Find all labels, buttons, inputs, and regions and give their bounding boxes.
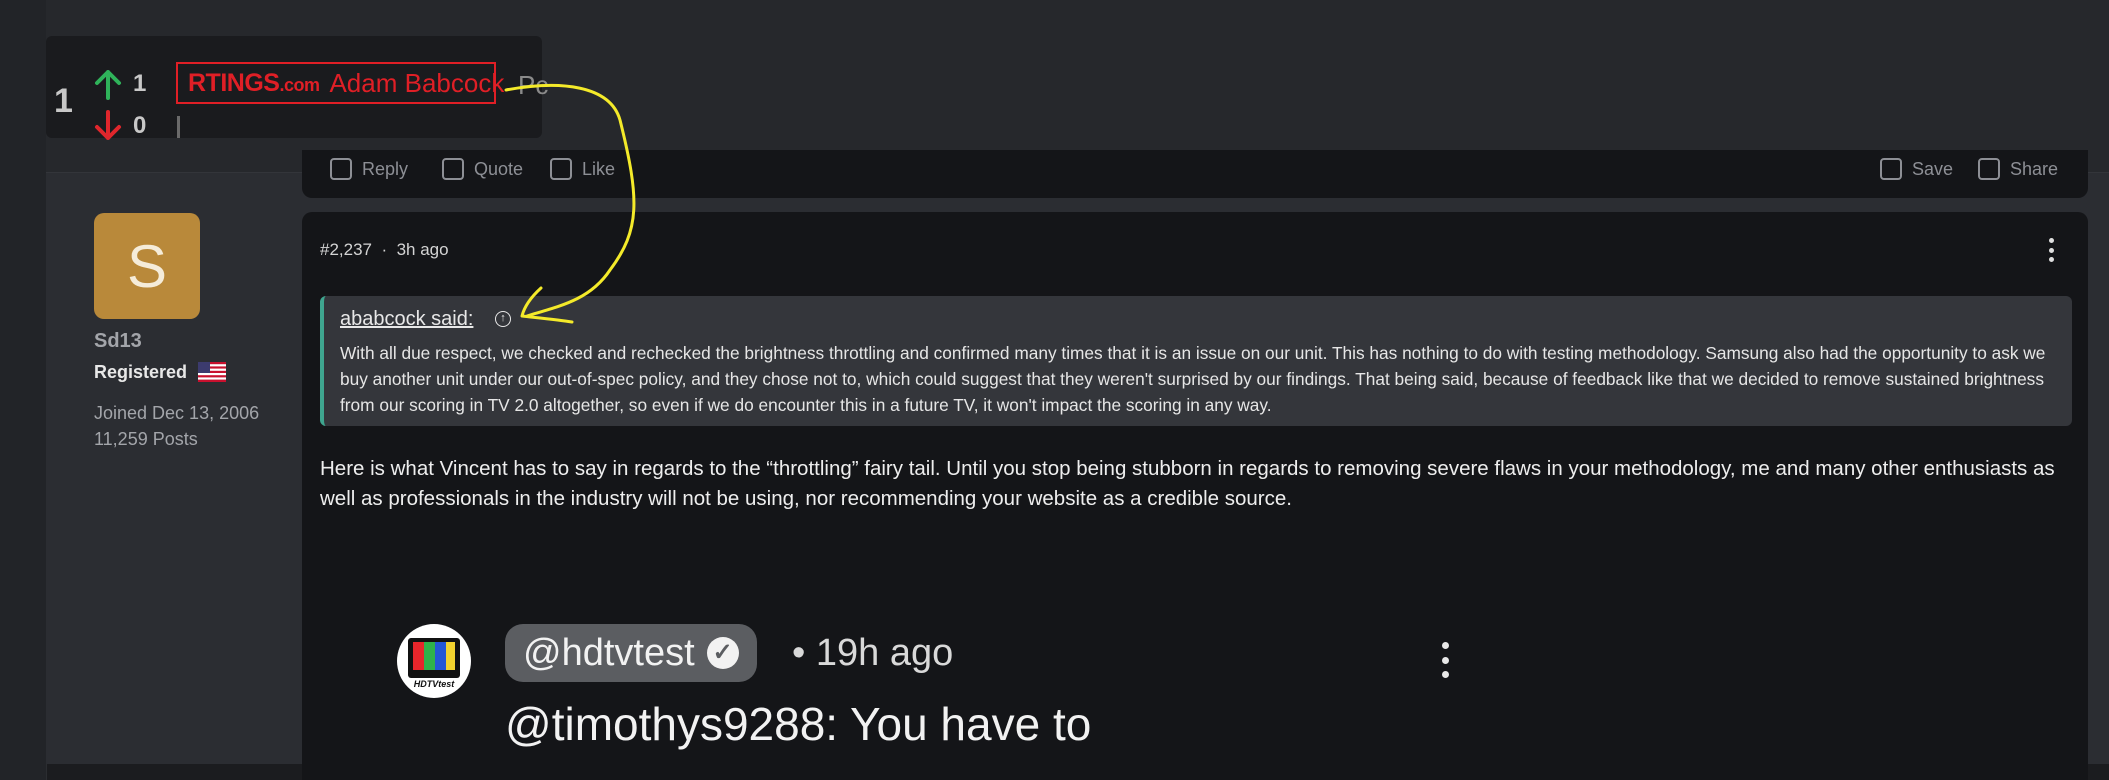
us-flag-icon — [198, 362, 226, 382]
post-count: 11,259 Posts — [94, 429, 198, 449]
share-icon — [1978, 158, 2000, 180]
post-options-menu-icon[interactable] — [2044, 238, 2058, 262]
text-cursor — [177, 116, 180, 138]
quote-button[interactable]: Quote — [442, 158, 523, 180]
bookmark-icon — [1880, 158, 1902, 180]
rtings-logo: RTINGS.com — [188, 68, 320, 97]
post-meta: #2,237 · 3h ago — [320, 240, 449, 260]
avatar[interactable]: S — [94, 213, 200, 319]
vote-score: 1 — [54, 82, 73, 120]
reply-button[interactable]: Reply — [330, 158, 408, 180]
downvote-count: 0 — [133, 112, 147, 139]
tv-logo-icon — [408, 638, 460, 678]
like-button[interactable]: Like — [550, 158, 615, 180]
verified-check-icon: ✓ — [706, 637, 739, 669]
quote-author-link[interactable]: ababcock said: — [340, 308, 473, 331]
post-number-link[interactable]: #2,237 — [320, 240, 372, 259]
post-body-text: Here is what Vincent has to say in regar… — [320, 457, 2055, 510]
comment-time: • 19h ago — [792, 632, 954, 674]
channel-logo-caption: HDTVtest — [413, 679, 455, 689]
comment-text: @timothys9288: You have to — [505, 698, 1092, 750]
upvote-count: 1 — [133, 70, 147, 97]
comment-menu-icon — [1440, 642, 1450, 678]
username-link[interactable]: Sd13 — [94, 330, 142, 353]
reply-icon — [330, 158, 352, 180]
truncated-text: Pc — [518, 70, 549, 100]
author-name: Adam Babcock — [329, 67, 505, 98]
jump-to-quote-icon[interactable]: ↑ — [495, 311, 511, 327]
share-button[interactable]: Share — [1978, 158, 2058, 180]
join-date: Joined Dec 13, 2006 — [94, 403, 260, 423]
quote-icon — [442, 158, 464, 180]
quote-text: With all due respect, we checked and rec… — [340, 343, 2046, 415]
downvote-arrow-icon[interactable] — [94, 110, 122, 140]
author-badge[interactable]: RTINGS.com Adam Babcock — [176, 62, 504, 104]
left-gutter — [0, 0, 47, 780]
post-time: 3h ago — [396, 240, 449, 259]
save-button[interactable]: Save — [1880, 158, 1953, 180]
upvote-arrow-icon[interactable] — [94, 70, 122, 100]
channel-avatar: HDTVtest — [397, 624, 471, 698]
separator-dot: · — [376, 240, 392, 259]
channel-handle-chip: @hdtvtest ✓ — [505, 624, 757, 682]
user-role: Registered — [94, 362, 188, 382]
like-icon — [550, 158, 572, 180]
